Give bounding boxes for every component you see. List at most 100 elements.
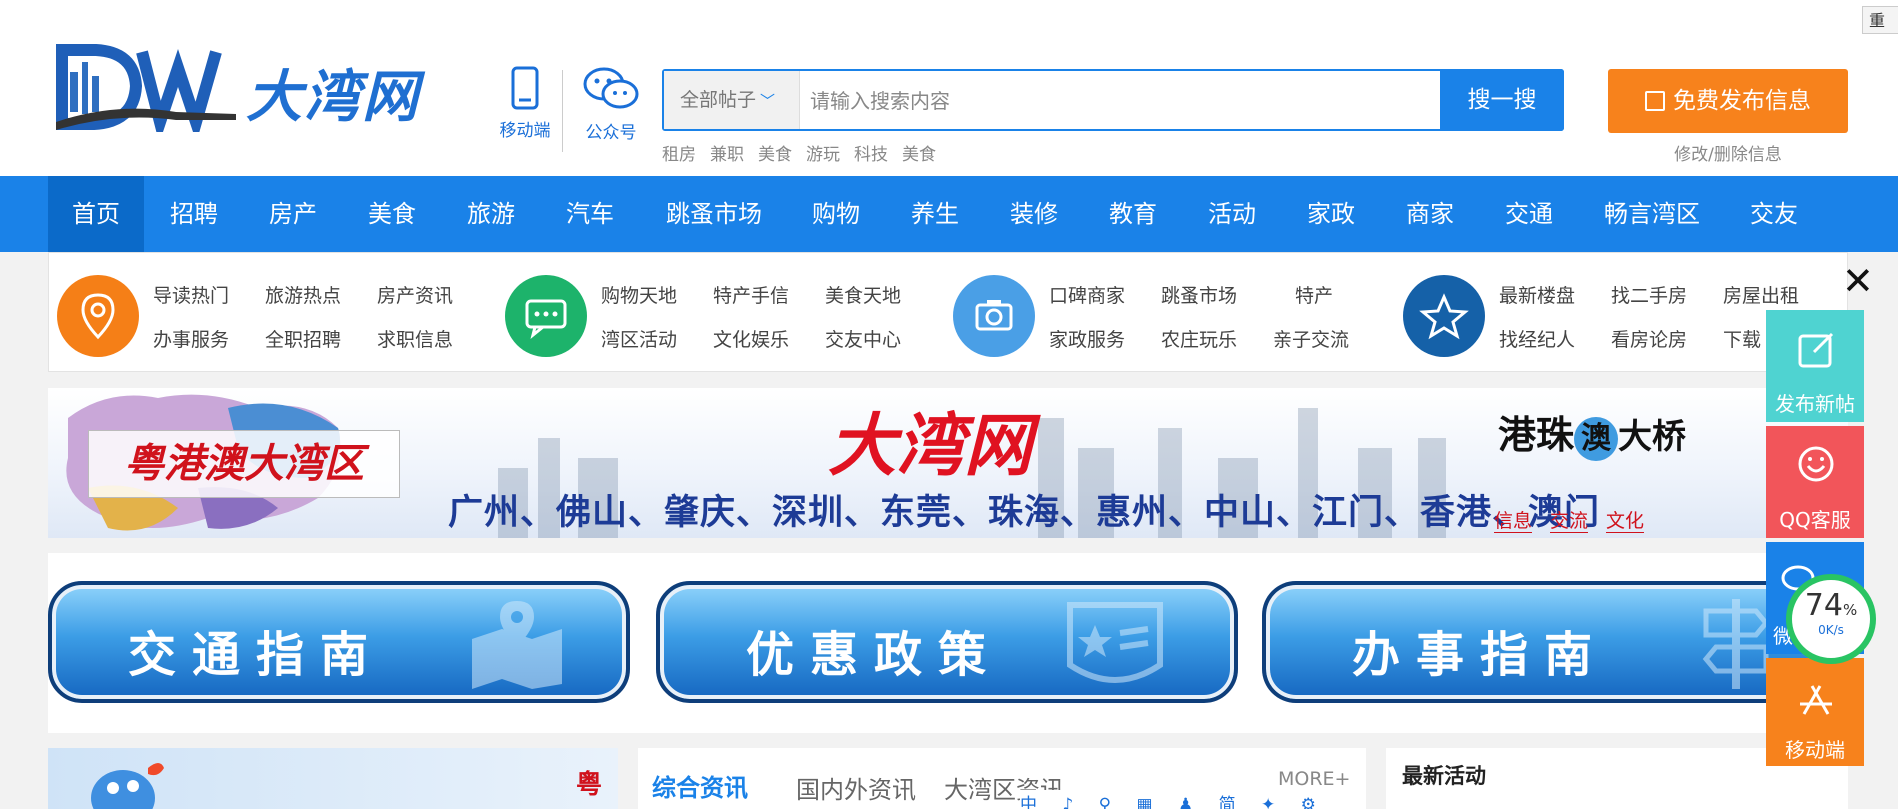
tab-world-news[interactable]: 国内外资讯 — [796, 770, 916, 805]
quick-link[interactable]: 旅游热点 — [265, 281, 341, 308]
system-tray: 中 ♪ ⚲ ▦ ♟ 简 ✦ ⚙ — [1020, 790, 1320, 809]
close-icon[interactable]: ✕ — [1842, 262, 1874, 300]
logo-text[interactable]: 大湾网 — [246, 52, 420, 133]
quick-link[interactable]: 下载 — [1723, 325, 1761, 352]
smiley-icon — [1798, 446, 1834, 482]
quick-link[interactable]: 导读热门 — [153, 281, 229, 308]
nav-item-shopping[interactable]: 购物 — [796, 176, 876, 252]
publish-post-label: 发布新帖 — [1775, 392, 1855, 416]
search-category-select[interactable]: 全部帖子 ﹀ — [664, 71, 800, 129]
region-label: 粤港澳大湾区 — [88, 430, 400, 498]
nav-item-travel[interactable]: 旅游 — [451, 176, 531, 252]
banner-tag: 文化 — [1606, 510, 1645, 533]
hot-tag[interactable]: 美食 — [758, 145, 792, 165]
banner-tag: 信息 — [1494, 510, 1533, 533]
quick-link[interactable]: 特产手信 — [713, 281, 789, 308]
speed-percent: 74% — [1792, 588, 1870, 623]
location-pin-icon — [57, 275, 139, 357]
quick-link[interactable]: 特产 — [1295, 281, 1333, 308]
quick-link[interactable]: 房产资讯 — [377, 281, 453, 308]
wechat-link[interactable]: 公众号 — [578, 66, 644, 143]
nav-item-flea-market[interactable]: 跳蚤市场 — [654, 176, 774, 252]
main-nav: 首页 招聘 房产 美食 旅游 汽车 跳蚤市场 购物 养生 装修 教育 活动 家政… — [0, 176, 1898, 252]
tab-general-news[interactable]: 综合资讯 — [652, 768, 748, 803]
mobile-label: 移动端 — [499, 121, 551, 141]
quick-link[interactable]: 农庄玩乐 — [1161, 325, 1237, 352]
search-input[interactable] — [808, 71, 1412, 131]
banner-cities: 广州、佛山、肇庆、深圳、东莞、珠海、惠州、中山、江门、香港、澳门 — [448, 493, 1601, 533]
qq-service-label: QQ客服 — [1779, 508, 1851, 532]
dw-logo-icon[interactable] — [56, 42, 236, 132]
bridge-label-a: 港珠 — [1498, 412, 1575, 457]
hot-tag[interactable]: 美食 — [902, 145, 936, 165]
mobile-app-button[interactable]: 移动端 — [1766, 658, 1864, 766]
nav-item-health[interactable]: 养生 — [895, 176, 975, 252]
activity-title: 最新活动 — [1402, 764, 1486, 788]
speed-percent-sign: % — [1842, 601, 1858, 619]
speed-rate: 0K/s — [1818, 623, 1844, 637]
wechat-icon — [583, 67, 639, 109]
modify-delete-link[interactable]: 修改/删除信息 — [1608, 140, 1848, 165]
quick-link[interactable]: 湾区活动 — [601, 325, 677, 352]
quick-link[interactable]: 家政服务 — [1049, 325, 1125, 352]
hot-tag[interactable]: 兼职 — [710, 145, 744, 165]
banner-tag: 交流 — [1550, 510, 1589, 533]
nav-item-jobs[interactable]: 招聘 — [154, 176, 234, 252]
banner-tags: 信息 交流 文化 — [1494, 506, 1662, 533]
quick-link[interactable]: 口碑商家 — [1049, 281, 1125, 308]
nav-item-bay-forum[interactable]: 畅言湾区 — [1590, 176, 1714, 252]
quick-link[interactable]: 跳蚤市场 — [1161, 281, 1237, 308]
nav-item-housekeeping[interactable]: 家政 — [1291, 176, 1371, 252]
chat-bubble-icon — [505, 275, 587, 357]
divider — [562, 70, 563, 152]
quick-link[interactable]: 美食天地 — [825, 281, 901, 308]
guide-label: 交通指南 — [128, 627, 385, 683]
hot-tag[interactable]: 租房 — [662, 145, 696, 165]
map-icon — [472, 601, 562, 689]
nav-item-events[interactable]: 活动 — [1192, 176, 1272, 252]
region-badge: 粤 — [576, 770, 603, 800]
quick-link[interactable]: 看房论房 — [1611, 325, 1687, 352]
bridge-label-c: 大桥 — [1618, 417, 1687, 457]
publish-post-button[interactable]: 发布新帖 — [1766, 310, 1864, 422]
mobile-link[interactable]: 移动端 — [494, 66, 556, 141]
app-store-icon — [1800, 685, 1832, 715]
quick-link[interactable]: 交友中心 — [825, 325, 901, 352]
network-speed-widget[interactable]: 74% 0K/s — [1786, 574, 1876, 664]
quick-link[interactable]: 求职信息 — [377, 325, 453, 352]
quick-link[interactable]: 购物天地 — [601, 281, 677, 308]
nav-item-education[interactable]: 教育 — [1093, 176, 1173, 252]
quick-link[interactable]: 找二手房 — [1611, 281, 1687, 308]
nav-item-merchants[interactable]: 商家 — [1390, 176, 1470, 252]
nav-item-home[interactable]: 首页 — [48, 176, 144, 252]
preferential-policy-button[interactable]: 优惠政策 — [656, 581, 1238, 703]
nav-item-decoration[interactable]: 装修 — [994, 176, 1074, 252]
top-edge-tab[interactable]: 重 — [1862, 6, 1898, 34]
more-link[interactable]: MORE+ — [1278, 768, 1350, 790]
quick-link[interactable]: 房屋出租 — [1723, 281, 1799, 308]
qq-service-button[interactable]: QQ客服 — [1766, 426, 1864, 538]
publish-info-button[interactable]: 免费发布信息 — [1608, 69, 1848, 133]
search-button[interactable]: 搜一搜 — [1440, 69, 1564, 131]
nav-item-property[interactable]: 房产 — [253, 176, 333, 252]
mobile-phone-icon — [511, 66, 539, 110]
quick-link[interactable]: 找经纪人 — [1499, 325, 1575, 352]
quick-link[interactable]: 文化娱乐 — [713, 325, 789, 352]
quick-link[interactable]: 办事服务 — [153, 325, 229, 352]
chevron-down-icon: ﹀ — [760, 92, 776, 110]
nav-item-cars[interactable]: 汽车 — [550, 176, 630, 252]
nav-item-traffic[interactable]: 交通 — [1489, 176, 1569, 252]
hot-tag[interactable]: 游玩 — [806, 145, 840, 165]
search-category-label: 全部帖子 — [680, 89, 757, 111]
traffic-guide-button[interactable]: 交通指南 — [48, 581, 630, 703]
quick-link[interactable]: 全职招聘 — [265, 325, 341, 352]
nav-item-food[interactable]: 美食 — [352, 176, 432, 252]
quick-link[interactable]: 最新楼盘 — [1499, 281, 1575, 308]
nav-item-dating[interactable]: 交友 — [1734, 176, 1814, 252]
bridge-label-b: 澳 — [1574, 417, 1619, 461]
hot-tag[interactable]: 科技 — [854, 145, 888, 165]
hero-banner[interactable]: 粤港澳大湾区 大湾网 广州、佛山、肇庆、深圳、东莞、珠海、惠州、中山、江门、香港… — [48, 388, 1848, 538]
promo-image[interactable] — [48, 748, 618, 809]
quick-links-panel: 导读热门 旅游热点 房产资讯 办事服务 全职招聘 求职信息 购物天地 特产手信 … — [48, 252, 1848, 372]
quick-link[interactable]: 亲子交流 — [1273, 325, 1349, 352]
